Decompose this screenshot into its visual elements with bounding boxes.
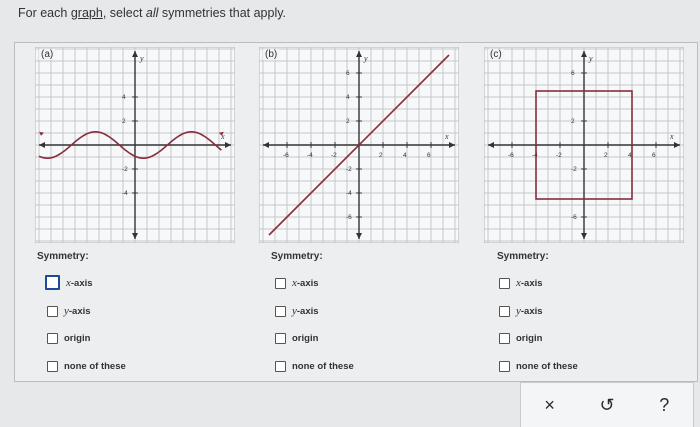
- instruction-mid: , select: [102, 6, 143, 20]
- graph-a-canvas: xy42-2-4: [35, 47, 235, 243]
- y-axis-label: y: [588, 54, 593, 63]
- y-tick-label: 2: [346, 118, 350, 125]
- checkbox-c-none[interactable]: [499, 361, 510, 372]
- x-tick-label: 2: [379, 152, 383, 159]
- graph-a: x y 4 2 -2 -4 (a): [35, 47, 235, 243]
- x-tick-label: -2: [556, 152, 562, 159]
- x-tick-label: 2: [604, 152, 608, 159]
- x-tick-label: 6: [427, 152, 431, 159]
- option-c-x-axis[interactable]: x-axis: [499, 277, 543, 289]
- option-label: origin: [292, 333, 319, 344]
- x-tick-label: -6: [283, 152, 289, 159]
- x-tick-label: 6: [652, 152, 656, 159]
- y-tick-label: -6: [346, 214, 352, 221]
- checkbox-a-y-axis[interactable]: [47, 305, 58, 317]
- checkbox-c-y-axis[interactable]: [499, 305, 510, 317]
- option-a-none[interactable]: none of these: [47, 361, 126, 372]
- x-tick-label: -4: [307, 152, 313, 159]
- graph-b-canvas: x y -6 -4 -2 2 4 6 6 4 2 -2 -4 -6: [259, 47, 459, 243]
- graph-b: x y -6 -4 -2 2 4 6 6 4 2 -2 -4 -6 (b): [259, 47, 459, 243]
- y-tick-label: -4: [122, 190, 128, 197]
- instruction-prefix: For each: [18, 6, 68, 20]
- option-label: none of these: [292, 361, 354, 372]
- y-tick-label: -6: [571, 214, 577, 221]
- option-c-origin[interactable]: origin: [499, 333, 542, 344]
- option-label: none of these: [64, 361, 126, 372]
- y-tick-label: 2: [122, 118, 126, 125]
- symmetry-title-c: Symmetry:: [497, 251, 549, 262]
- option-b-none[interactable]: none of these: [275, 361, 354, 372]
- option-label: -axis: [520, 306, 543, 317]
- answer-toolbar: × ↺ ?: [520, 382, 694, 427]
- option-label: origin: [516, 333, 543, 344]
- x-tick-label: 4: [403, 152, 407, 159]
- graph-c-label: (c): [488, 49, 504, 60]
- symmetry-title-b: Symmetry:: [271, 251, 323, 262]
- checkbox-b-none[interactable]: [275, 361, 286, 372]
- x-tick-label: -6: [508, 152, 514, 159]
- option-c-y-axis[interactable]: y-axis: [499, 305, 543, 317]
- option-label: -axis: [296, 306, 319, 317]
- checkbox-c-x-axis[interactable]: [499, 277, 510, 289]
- x-axis-label: x: [444, 132, 449, 141]
- option-c-none[interactable]: none of these: [499, 361, 578, 372]
- graph-c: x y -6 -4 -2 2 4 6 6 2 -2 -6 (c): [484, 47, 684, 243]
- x-tick-label: -2: [331, 152, 337, 159]
- y-tick-label: 4: [122, 94, 126, 101]
- graph-b-label: (b): [263, 49, 280, 60]
- option-label: -axis: [70, 277, 93, 289]
- symmetry-title-a: Symmetry:: [37, 251, 89, 262]
- instruction-emphasis: all: [145, 6, 159, 20]
- checkbox-a-x-axis[interactable]: [45, 275, 60, 290]
- clear-icon[interactable]: ×: [530, 395, 570, 416]
- x-axis-label: x: [669, 132, 674, 141]
- question-panel: x y 4 2 -2 -4 (a) x y -6 -4 -2 2 4 6 6 4 2 -2 -4 -6 (b) x y…: [14, 42, 698, 382]
- y-tick-label: -4: [346, 190, 352, 197]
- option-a-y-axis[interactable]: y-axis: [47, 305, 91, 317]
- y-tick-label: -2: [122, 166, 128, 173]
- checkbox-b-origin[interactable]: [275, 333, 286, 344]
- option-b-y-axis[interactable]: y-axis: [275, 305, 319, 317]
- help-icon[interactable]: ?: [644, 395, 684, 416]
- graph-c-canvas: xy-6 -4 -2 2 4 662-2-6: [484, 47, 684, 243]
- y-tick-label: 6: [571, 70, 575, 77]
- checkbox-a-origin[interactable]: [47, 333, 58, 344]
- option-label: -axis: [68, 306, 91, 317]
- undo-icon[interactable]: ↺: [587, 395, 627, 416]
- option-b-x-axis[interactable]: x-axis: [275, 277, 319, 289]
- y-axis-label: y: [363, 54, 368, 63]
- instruction-suffix: symmetries that apply.: [161, 6, 287, 20]
- checkbox-c-origin[interactable]: [499, 333, 510, 344]
- graph-a-label: (a): [39, 49, 56, 60]
- option-a-origin[interactable]: origin: [47, 333, 90, 344]
- y-tick-label: 4: [346, 94, 350, 101]
- option-a-x-axis[interactable]: x-axis: [45, 275, 93, 290]
- checkbox-b-y-axis[interactable]: [275, 305, 286, 317]
- y-axis-label: y: [139, 54, 144, 63]
- checkbox-a-none[interactable]: [47, 361, 58, 372]
- y-tick-label: 6: [346, 70, 350, 77]
- option-label: -axis: [296, 278, 319, 289]
- option-label: -axis: [520, 278, 543, 289]
- x-tick-label: -4: [532, 152, 538, 159]
- instruction-text: For each graph, select all symmetries th…: [18, 6, 286, 20]
- y-tick-label: 2: [571, 118, 575, 125]
- option-b-origin[interactable]: origin: [275, 333, 318, 344]
- option-label: origin: [64, 333, 91, 344]
- y-tick-label: -2: [346, 166, 352, 173]
- graph-link[interactable]: graph: [71, 6, 103, 20]
- checkbox-b-x-axis[interactable]: [275, 277, 286, 289]
- option-label: none of these: [516, 361, 578, 372]
- y-tick-label: -2: [571, 166, 577, 173]
